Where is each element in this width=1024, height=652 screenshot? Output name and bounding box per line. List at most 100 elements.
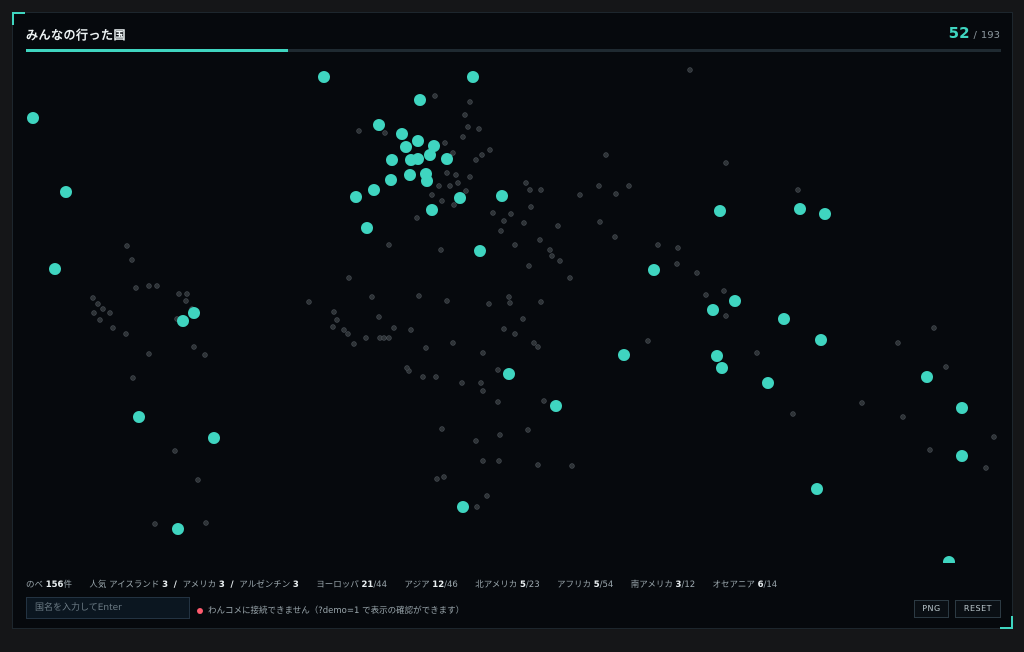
unvisited-country-dot [943,364,949,370]
unvisited-country-dot [341,327,347,333]
unvisited-country-dot [723,313,729,319]
unvisited-country-dot [133,285,139,291]
unvisited-country-dot [386,335,392,341]
unvisited-country-dot [154,283,160,289]
world-dot-map [27,67,997,563]
region-stat: アジア 12/46 [404,580,460,590]
unvisited-country-dot [480,458,486,464]
country-input[interactable] [26,597,190,619]
unvisited-country-dot [434,476,440,482]
unvisited-country-dot [523,180,529,186]
visited-country-dot [350,191,362,203]
popular-name: アルゼンチン [239,580,291,590]
unvisited-country-dot [531,340,537,346]
status-error-icon [197,607,203,614]
unvisited-country-dot [675,245,681,251]
visited-country-dot [711,350,723,362]
visited-country-dot [318,71,330,83]
unvisited-country-dot [130,375,136,381]
visited-country-dot [60,186,72,198]
region-name: アジア [404,580,430,590]
region-name: オセアニア [712,580,755,590]
unvisited-country-dot [487,147,493,153]
unvisited-country-dot [459,380,465,386]
unvisited-country-dot [983,465,989,471]
visited-country-dot [361,222,373,234]
visited-country-dot [819,208,831,220]
visited-country-dot [400,141,412,153]
unvisited-country-dot [547,247,553,253]
region-name: 南アメリカ [630,580,673,590]
region-stat: オセアニア 6/14 [713,580,778,590]
unvisited-country-dot [460,134,466,140]
visited-country-dot [424,149,436,161]
unvisited-country-dot [442,140,448,146]
unvisited-country-dot [306,299,312,305]
unvisited-country-dot [495,399,501,405]
unvisited-country-dot [382,130,388,136]
app-panel: みんなの行った国 52/193 のべ 156件 人気 アイスランド 3 / アメ… [12,12,1013,629]
unvisited-country-dot [790,411,796,417]
unvisited-country-dot [376,314,382,320]
unvisited-country-dot [687,67,693,73]
visited-country-dot [943,556,955,563]
unvisited-country-dot [535,344,541,350]
total-unit: 件 [63,580,72,590]
popular-count: 3 [218,580,225,590]
visited-country-dot [49,263,61,275]
unvisited-country-dot [172,448,178,454]
unvisited-country-dot [526,263,532,269]
visited-country-dot [412,153,424,165]
region-stat: 南アメリカ 3/12 [631,580,698,590]
unvisited-country-dot [369,294,375,300]
unvisited-country-dot [506,294,512,300]
unvisited-country-dot [931,325,937,331]
total-value: 156 [45,580,64,590]
unvisited-country-dot [351,341,357,347]
unvisited-country-dot [463,188,469,194]
unvisited-country-dot [447,183,453,189]
visited-country-dot [386,154,398,166]
unvisited-country-dot [525,427,531,433]
unvisited-country-dot [508,211,514,217]
popular-count: 3 [292,580,299,590]
unvisited-country-dot [346,275,352,281]
visited-country-dot [921,371,933,383]
popular-name: アメリカ [182,580,217,590]
visited-country-dot [421,175,433,187]
unvisited-country-dot [432,93,438,99]
region-visited: 12 [432,580,445,590]
unvisited-country-dot [455,180,461,186]
visited-country-dot [956,402,968,414]
unvisited-country-dot [512,242,518,248]
corner-bracket-bottom-right [1000,616,1013,629]
unvisited-country-dot [991,434,997,440]
visited-country-dot [474,245,486,257]
visited-country-dot [618,349,630,361]
region-total: /54 [599,580,614,590]
visited-country-dot [550,400,562,412]
unvisited-country-dot [538,299,544,305]
unvisited-country-dot [490,210,496,216]
unvisited-country-dot [152,521,158,527]
region-total: /46 [444,580,458,590]
status-text: わんコメに接続できません（?demo=1 で表示の確認ができます） [208,606,465,616]
png-export-button[interactable]: PNG [914,600,949,618]
unvisited-country-dot [895,340,901,346]
unvisited-country-dot [404,365,410,371]
unvisited-country-dot [495,367,501,373]
region-stat: ヨーロッパ 21/44 [316,580,389,590]
visited-country-dot [133,411,145,423]
visited-country-dot [648,264,660,276]
unvisited-country-dot [414,215,420,221]
region-stat: アフリカ 5/54 [557,580,616,590]
region-name: ヨーロッパ [316,580,359,590]
unvisited-country-dot [391,325,397,331]
visited-country-dot [368,184,380,196]
unvisited-country-dot [496,458,502,464]
reset-button[interactable]: RESET [955,600,1001,618]
visited-country-dot [27,112,39,124]
unvisited-country-dot [191,344,197,350]
unvisited-country-dot [444,170,450,176]
unvisited-country-dot [203,520,209,526]
